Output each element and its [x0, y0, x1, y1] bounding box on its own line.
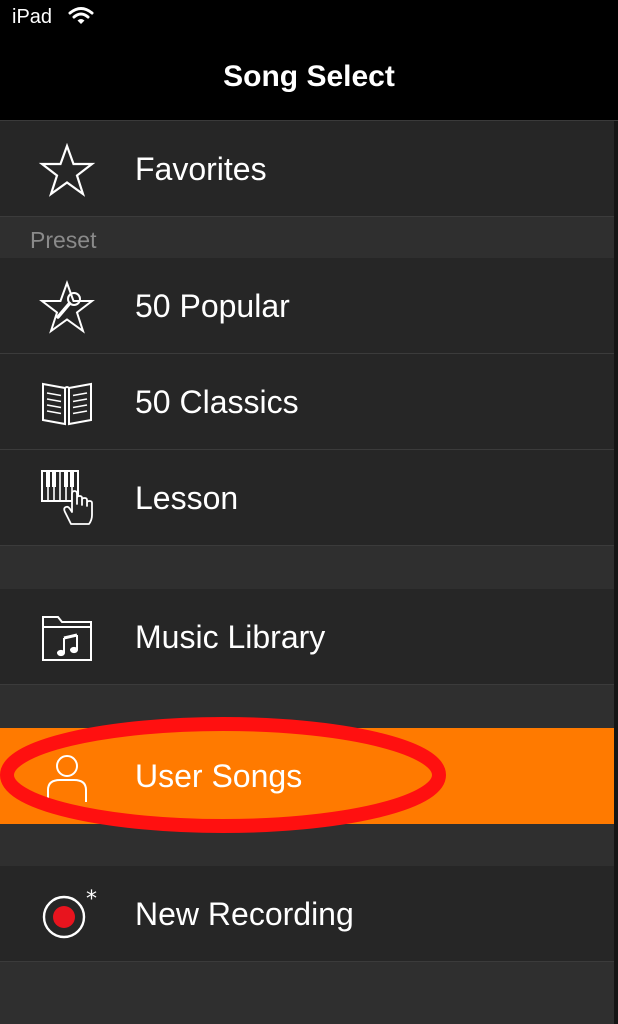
- star-outline-icon: [38, 143, 96, 197]
- list-item-label: New Recording: [135, 896, 354, 932]
- list-item-favorites[interactable]: Favorites: [0, 121, 614, 217]
- status-bar: iPad: [0, 0, 618, 36]
- piano-hand-icon: [41, 470, 93, 525]
- person-icon: [47, 755, 87, 802]
- list-item-user-songs[interactable]: User Songs: [0, 728, 614, 824]
- open-book-icon: [42, 382, 92, 426]
- list-item-label: User Songs: [135, 758, 303, 794]
- navigation-bar: Song Select: [0, 36, 618, 121]
- star-microphone-icon: [39, 280, 95, 334]
- list-item-50-popular[interactable]: 50 Popular: [0, 258, 614, 354]
- section-spacer: [0, 824, 614, 866]
- record-icon: *: [42, 887, 97, 939]
- list-item-label: Lesson: [135, 480, 239, 516]
- right-edge-divider: [614, 121, 618, 1024]
- list-item-label: 50 Classics: [135, 384, 299, 420]
- wifi-icon: [68, 7, 94, 24]
- song-select-screen: iPad Song Select Favorites Preset 50 Pop…: [0, 0, 618, 1024]
- list-item-new-recording[interactable]: * New Recording: [0, 866, 614, 962]
- list-item-label: Favorites: [135, 151, 267, 187]
- list-item-lesson[interactable]: Lesson: [0, 450, 614, 546]
- list-item-music-library[interactable]: Music Library: [0, 589, 614, 685]
- list-item-50-classics[interactable]: 50 Classics: [0, 354, 614, 450]
- section-spacer: [0, 685, 614, 728]
- list-item-label: 50 Popular: [135, 288, 290, 324]
- music-folder-icon: [42, 616, 92, 661]
- page-title: Song Select: [223, 60, 395, 93]
- svg-text:*: *: [86, 887, 97, 912]
- section-header-preset: Preset: [0, 217, 614, 258]
- section-spacer: [0, 546, 614, 589]
- list-item-label: Music Library: [135, 619, 326, 655]
- status-carrier: iPad: [12, 6, 53, 28]
- section-header-text: Preset: [30, 227, 97, 253]
